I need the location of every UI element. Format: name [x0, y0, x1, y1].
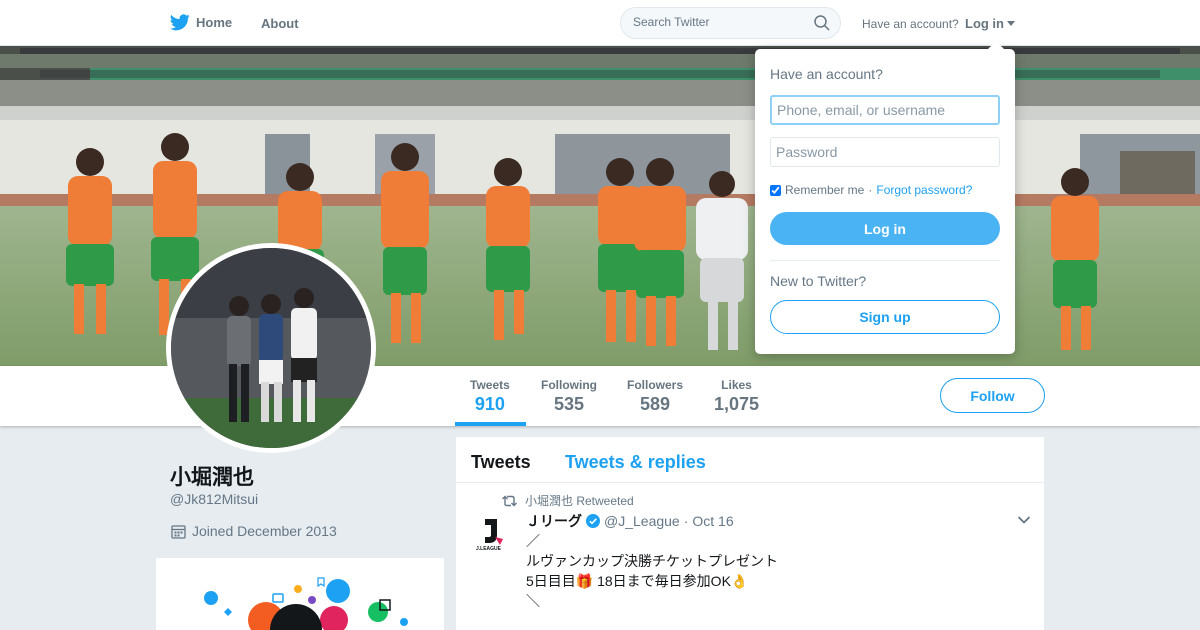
remember-separator: ·: [868, 183, 873, 197]
dropdown-divider: [770, 260, 1000, 261]
nav-home-link[interactable]: Home: [170, 14, 232, 31]
tweet-timestamp[interactable]: Oct 16: [692, 513, 733, 529]
tweet-author-name[interactable]: Ｊリーグ: [526, 511, 582, 531]
profile-handle: @Jk812Mitsui: [170, 491, 259, 507]
remember-me-label[interactable]: Remember me: [785, 183, 864, 197]
retweet-context[interactable]: 小堀潤也 Retweeted: [502, 492, 634, 509]
profile-joined-label: Joined December 2013: [192, 523, 337, 539]
password-field[interactable]: [770, 137, 1000, 167]
signup-promo-card: [156, 558, 444, 630]
search-icon[interactable]: [814, 15, 830, 31]
follow-button[interactable]: Follow: [940, 378, 1045, 413]
promo-illustration: [204, 577, 408, 630]
stat-following-label: Following: [541, 378, 597, 392]
remember-me-checkbox[interactable]: [770, 184, 781, 196]
tweet-text-line: ルヴァンカップ決勝チケットプレゼント: [526, 553, 778, 569]
forgot-password-link[interactable]: Forgot password?: [876, 183, 972, 197]
search-input[interactable]: [633, 15, 803, 29]
have-account-text: Have an account?: [862, 17, 959, 31]
twitter-bird-icon: [170, 14, 190, 31]
search-box[interactable]: [620, 7, 841, 39]
stat-followers-label: Followers: [627, 378, 684, 392]
stat-tweets-value: 910: [474, 394, 505, 414]
nav-about-link[interactable]: About: [261, 16, 299, 31]
dropdown-title: Have an account?: [770, 66, 883, 82]
timeline-tabs: Tweets Tweets & replies: [456, 437, 1044, 483]
login-dropdown: Have an account? Remember me · Forgot pa…: [755, 41, 1015, 354]
active-stat-underline: [455, 422, 526, 426]
chevron-down-icon[interactable]: [1017, 515, 1031, 525]
stat-tweets-label: Tweets: [470, 378, 510, 392]
tab-tweets-and-replies[interactable]: Tweets & replies: [565, 452, 706, 473]
tweet-author-handle[interactable]: @J_League: [604, 513, 680, 529]
tab-tweets[interactable]: Tweets: [471, 452, 531, 473]
stat-following[interactable]: Following 535: [541, 378, 597, 415]
stat-likes[interactable]: Likes 1,075: [714, 378, 759, 415]
tweet-text: ／ ルヴァンカップ決勝チケットプレゼント 5日目目🎁 18日まで毎日参加OK👌 …: [526, 531, 778, 611]
login-button[interactable]: Log in: [770, 212, 1000, 245]
tweet-text-line: 5日目目🎁 18日まで毎日参加OK👌: [526, 573, 749, 589]
stat-likes-label: Likes: [721, 378, 752, 392]
verified-badge-icon: [586, 514, 600, 528]
svg-text:J.LEAGUE: J.LEAGUE: [476, 546, 502, 552]
stat-followers[interactable]: Followers 589: [627, 378, 683, 415]
stat-followers-value: 589: [639, 394, 671, 414]
signup-button[interactable]: Sign up: [770, 300, 1000, 334]
stat-following-value: 535: [553, 394, 585, 414]
tweet-author-avatar[interactable]: J.LEAGUE: [473, 516, 509, 552]
login-dropdown-toggle[interactable]: Log in: [965, 16, 1015, 31]
calendar-icon: [171, 524, 186, 539]
login-link-label: Log in: [965, 16, 1004, 31]
tweet-text-line: ／: [526, 533, 540, 549]
stat-tweets[interactable]: Tweets 910: [470, 378, 510, 415]
tweet-separator: ·: [683, 513, 689, 529]
retweet-context-label: 小堀潤也 Retweeted: [525, 494, 634, 508]
stat-likes-value: 1,075: [714, 394, 760, 414]
tweet-text-line: ＼: [526, 593, 540, 609]
profile-name: 小堀潤也: [170, 466, 254, 489]
profile-joined: Joined December 2013: [171, 523, 337, 539]
retweet-icon: [502, 495, 517, 506]
caret-down-icon: [1007, 21, 1015, 26]
remember-me-row: Remember me · Forgot password?: [770, 183, 972, 197]
top-navigation-bar: Home About Have an account? Log in: [0, 0, 1200, 46]
nav-home-label: Home: [196, 15, 233, 30]
username-field[interactable]: [770, 95, 1000, 125]
new-to-twitter-text: New to Twitter?: [770, 273, 867, 289]
profile-avatar[interactable]: [166, 243, 376, 453]
tweet-header: Ｊリーグ @J_League · Oct 16: [526, 511, 734, 531]
timeline-panel: Tweets Tweets & replies 小堀潤也 Retweeted J…: [456, 437, 1044, 630]
